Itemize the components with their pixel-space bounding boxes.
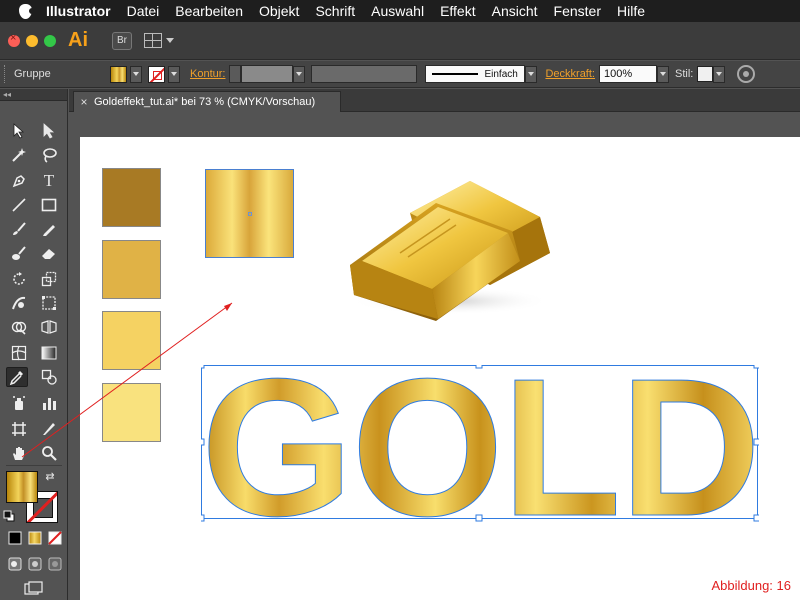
document-tab[interactable]: × Goldeffekt_tut.ai* bei 73 % (CMYK/Vors… <box>73 91 341 112</box>
variable-width-profile[interactable] <box>311 65 418 83</box>
artboard[interactable]: GOLD Abbildung: 16 <box>21 137 800 600</box>
document-tab-bar: × Goldeffekt_tut.ai* bei 73 % (CMYK/Vors… <box>69 89 800 112</box>
chevron-down-icon <box>716 72 723 76</box>
direct-selection-tool-icon[interactable] <box>38 121 60 141</box>
menu-datei[interactable]: Datei <box>119 0 168 22</box>
figure-caption: Abbildung: 16 <box>711 578 791 593</box>
menu-bar: Illustrator Datei Bearbeiten Objekt Schr… <box>0 0 800 22</box>
brush-dropdown-button[interactable] <box>525 65 538 83</box>
stroke-line-icon <box>432 73 479 75</box>
stroke-weight-dropdown[interactable] <box>293 65 306 83</box>
chevron-down-icon <box>296 72 303 76</box>
close-window-button[interactable] <box>8 32 20 47</box>
style-dropdown-button[interactable] <box>713 65 726 83</box>
opacity-link[interactable]: Deckkraft: <box>545 68 595 80</box>
stroke-link[interactable]: Kontur: <box>190 68 225 80</box>
screen-mode-icon[interactable] <box>22 579 46 597</box>
draw-normal-icon[interactable] <box>6 555 24 573</box>
selection-tool-icon[interactable] <box>8 121 30 141</box>
gold-lettering[interactable]: GOLD <box>201 365 759 525</box>
selection-type-label: Gruppe <box>14 68 51 80</box>
none-mode-button[interactable] <box>46 529 64 547</box>
opacity-dropdown-button[interactable] <box>656 65 669 83</box>
zoom-tool-icon[interactable] <box>38 443 60 463</box>
brush-definition-field[interactable]: Einfach <box>425 65 526 83</box>
menu-ansicht[interactable]: Ansicht <box>484 0 546 22</box>
menu-app-name[interactable]: Illustrator <box>38 0 119 22</box>
illustrator-logo: Ai <box>68 29 88 51</box>
fill-color-control[interactable] <box>110 65 142 83</box>
style-label: Stil: <box>674 68 694 80</box>
fill-dropdown-button[interactable] <box>130 65 142 83</box>
menu-bearbeiten[interactable]: Bearbeiten <box>167 0 251 22</box>
menu-effekt[interactable]: Effekt <box>432 0 484 22</box>
gradient-mode-button[interactable] <box>26 529 44 547</box>
control-bar: Gruppe Kontur: Einfach Deckkraft: 100% S… <box>0 61 800 88</box>
draw-behind-icon[interactable] <box>26 555 44 573</box>
lasso-tool-icon[interactable] <box>38 145 60 165</box>
menu-auswahl[interactable]: Auswahl <box>363 0 432 22</box>
stroke-color-control[interactable] <box>148 65 180 83</box>
gear-icon[interactable] <box>737 65 756 83</box>
draw-inside-icon[interactable] <box>46 555 64 573</box>
panel-grip-icon[interactable] <box>4 65 8 83</box>
gold-text: GOLD <box>201 365 759 525</box>
stroke-weight-input[interactable] <box>241 65 294 83</box>
stroke-weight-stepper[interactable] <box>229 65 242 83</box>
artboard-tool-icon[interactable] <box>8 419 30 439</box>
tools-panel-collapse[interactable]: ◂◂ <box>0 89 67 101</box>
menu-objekt[interactable]: Objekt <box>251 0 307 22</box>
window-controls <box>8 32 56 47</box>
fill-swatch[interactable] <box>110 65 127 83</box>
slice-tool-icon[interactable] <box>38 419 60 439</box>
opacity-input[interactable]: 100% <box>598 65 657 83</box>
arrange-documents-button[interactable] <box>144 33 174 48</box>
brush-definition-value: Einfach <box>484 68 518 80</box>
menu-schrift[interactable]: Schrift <box>307 0 363 22</box>
arrange-documents-icon <box>144 33 162 48</box>
swap-fill-stroke-icon[interactable]: ⇄ <box>42 469 58 483</box>
close-tab-icon[interactable]: × <box>74 95 94 109</box>
chevron-down-icon <box>528 72 535 76</box>
gold-bars-image <box>350 181 550 321</box>
stroke-dropdown-button[interactable] <box>168 65 180 83</box>
menu-hilfe[interactable]: Hilfe <box>609 0 653 22</box>
magic-wand-tool-icon[interactable] <box>8 145 30 165</box>
stroke-swatch[interactable] <box>148 65 165 83</box>
chevron-down-icon <box>133 72 139 76</box>
illustrator-window: Illustrator Datei Bearbeiten Objekt Schr… <box>0 0 800 600</box>
chevron-down-icon <box>166 38 174 43</box>
apple-menu[interactable] <box>12 0 38 22</box>
document-title: Goldeffekt_tut.ai* bei 73 % (CMYK/Vorsch… <box>94 96 316 108</box>
default-fill-stroke-icon[interactable] <box>2 509 16 523</box>
type-tool-icon[interactable]: T <box>38 171 60 191</box>
pen-tool-icon[interactable] <box>8 171 30 191</box>
application-bar: Ai Br <box>0 22 800 60</box>
fill-color-box[interactable] <box>6 471 38 503</box>
apple-icon <box>18 3 35 19</box>
zoom-window-button[interactable] <box>44 34 56 47</box>
tools-divider <box>6 465 62 466</box>
color-mode-button[interactable] <box>6 529 24 547</box>
bridge-button[interactable]: Br <box>112 31 132 50</box>
menu-fenster[interactable]: Fenster <box>546 0 609 22</box>
chevron-down-icon <box>659 72 666 76</box>
minimize-window-button[interactable] <box>26 34 38 47</box>
graphic-style-swatch[interactable] <box>697 66 714 82</box>
canvas-area[interactable]: GOLD Abbildung: 16 <box>21 113 800 600</box>
chevron-down-icon <box>171 72 177 76</box>
